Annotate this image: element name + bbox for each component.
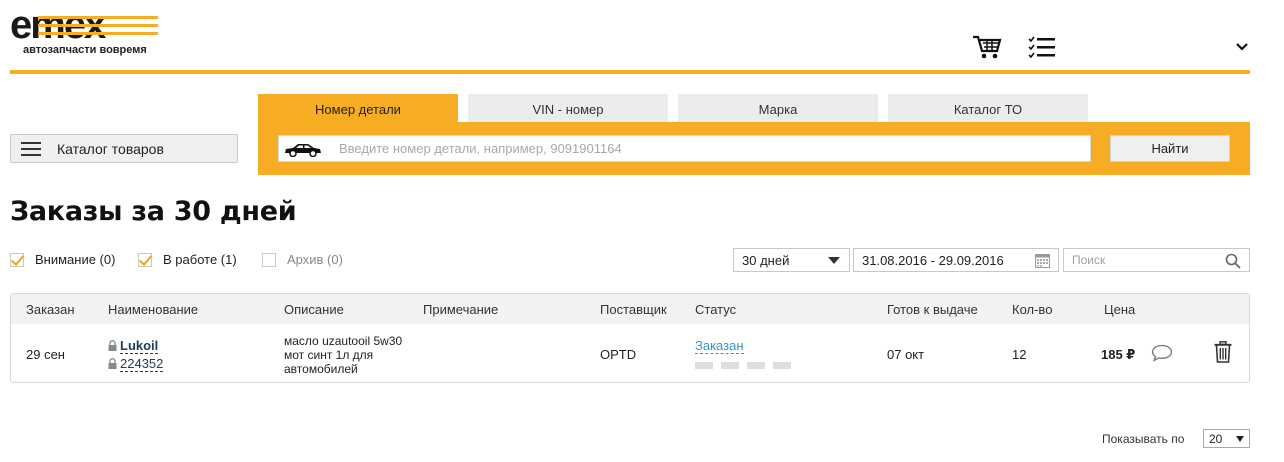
col-supplier[interactable]: Поставщик (600, 302, 667, 317)
tab-brand[interactable]: Марка (678, 94, 878, 124)
orders-table: Заказан Наименование Описание Примечание… (10, 293, 1250, 383)
part-search-box (278, 135, 1091, 162)
header-divider (10, 70, 1250, 74)
filter-attention[interactable]: Внимание (0) (10, 252, 115, 267)
checklist-icon[interactable] (1028, 36, 1056, 58)
calendar-icon[interactable] (1035, 253, 1050, 268)
filter-attention-label: Внимание (0) (35, 252, 116, 267)
find-button[interactable]: Найти (1110, 135, 1230, 162)
orders-search-input[interactable] (1072, 253, 1222, 267)
page-title: Заказы за 30 дней (10, 196, 297, 227)
col-status[interactable]: Статус (695, 302, 736, 317)
logo-text: emex (10, 8, 106, 47)
cell-ordered: 29 сен (26, 347, 65, 362)
tab-maintenance-catalog[interactable]: Каталог ТО (888, 94, 1088, 124)
chevron-down-icon[interactable] (1235, 42, 1249, 52)
brand-link[interactable]: Lukoil (120, 338, 159, 354)
tab-part-number[interactable]: Номер детали (258, 94, 458, 124)
filter-in-progress-label: В работе (1) (163, 252, 237, 267)
col-qty[interactable]: Кол-во (1012, 302, 1052, 317)
cell-description: масло uzautooil 5w30 мот синт 1л для авт… (284, 334, 403, 376)
search-icon[interactable] (1225, 253, 1241, 269)
per-page-label: Показывать по (1102, 432, 1185, 446)
car-icon (285, 143, 321, 157)
catalog-button[interactable]: Каталог товаров (10, 134, 238, 163)
status-link[interactable]: Заказан (695, 338, 744, 354)
status-progress (695, 362, 791, 369)
in-progress-checkbox[interactable] (138, 252, 152, 267)
orders-search-field (1063, 248, 1250, 272)
col-description[interactable]: Описание (284, 302, 344, 317)
logo-tagline: автозапчасти вовремя (23, 44, 147, 56)
dropdown-arrow-icon (1236, 436, 1244, 442)
col-ordered[interactable]: Заказан (26, 302, 75, 317)
search-panel: Найти (258, 122, 1250, 175)
comment-icon[interactable] (1151, 344, 1173, 362)
cell-ready: 07 окт (887, 347, 925, 362)
hamburger-menu-icon (21, 141, 41, 156)
col-ready[interactable]: Готов к выдаче (887, 302, 978, 317)
dropdown-arrow-icon (828, 257, 840, 264)
lock-icon (108, 358, 117, 369)
col-name[interactable]: Наименование (108, 302, 198, 317)
col-note[interactable]: Примечание (423, 302, 498, 317)
per-page-select[interactable]: 20 (1203, 429, 1250, 448)
lock-icon (108, 340, 117, 351)
cell-status: Заказан (695, 338, 791, 369)
filter-archive[interactable]: Архив (0) (262, 252, 343, 267)
cell-price: 185 ₽ (1101, 347, 1136, 362)
period-select[interactable]: 30 дней (733, 248, 850, 272)
trash-icon[interactable] (1214, 341, 1232, 363)
per-page-value: 20 (1209, 431, 1223, 446)
date-range-field[interactable]: 31.08.2016 - 29.09.2016 (853, 248, 1059, 272)
filter-archive-label: Архив (0) (287, 252, 343, 267)
table-header: Заказан Наименование Описание Примечание… (11, 294, 1249, 324)
filter-in-progress[interactable]: В работе (1) (138, 252, 237, 267)
col-price[interactable]: Цена (1104, 302, 1135, 317)
cell-qty: 12 (1012, 347, 1027, 362)
part-number-input[interactable] (339, 136, 1090, 161)
article-link[interactable]: 224352 (120, 356, 164, 372)
cart-icon[interactable] (972, 34, 1002, 60)
period-select-value: 30 дней (742, 252, 790, 268)
archive-checkbox[interactable] (262, 252, 276, 267)
cell-name: Lukoil 224352 (108, 338, 164, 372)
cell-supplier: OPTD (600, 347, 637, 362)
attention-checkbox[interactable] (10, 252, 24, 267)
catalog-button-label: Каталог товаров (57, 140, 164, 157)
tab-vin[interactable]: VIN - номер (468, 94, 668, 124)
date-range-value: 31.08.2016 - 29.09.2016 (862, 252, 1004, 268)
